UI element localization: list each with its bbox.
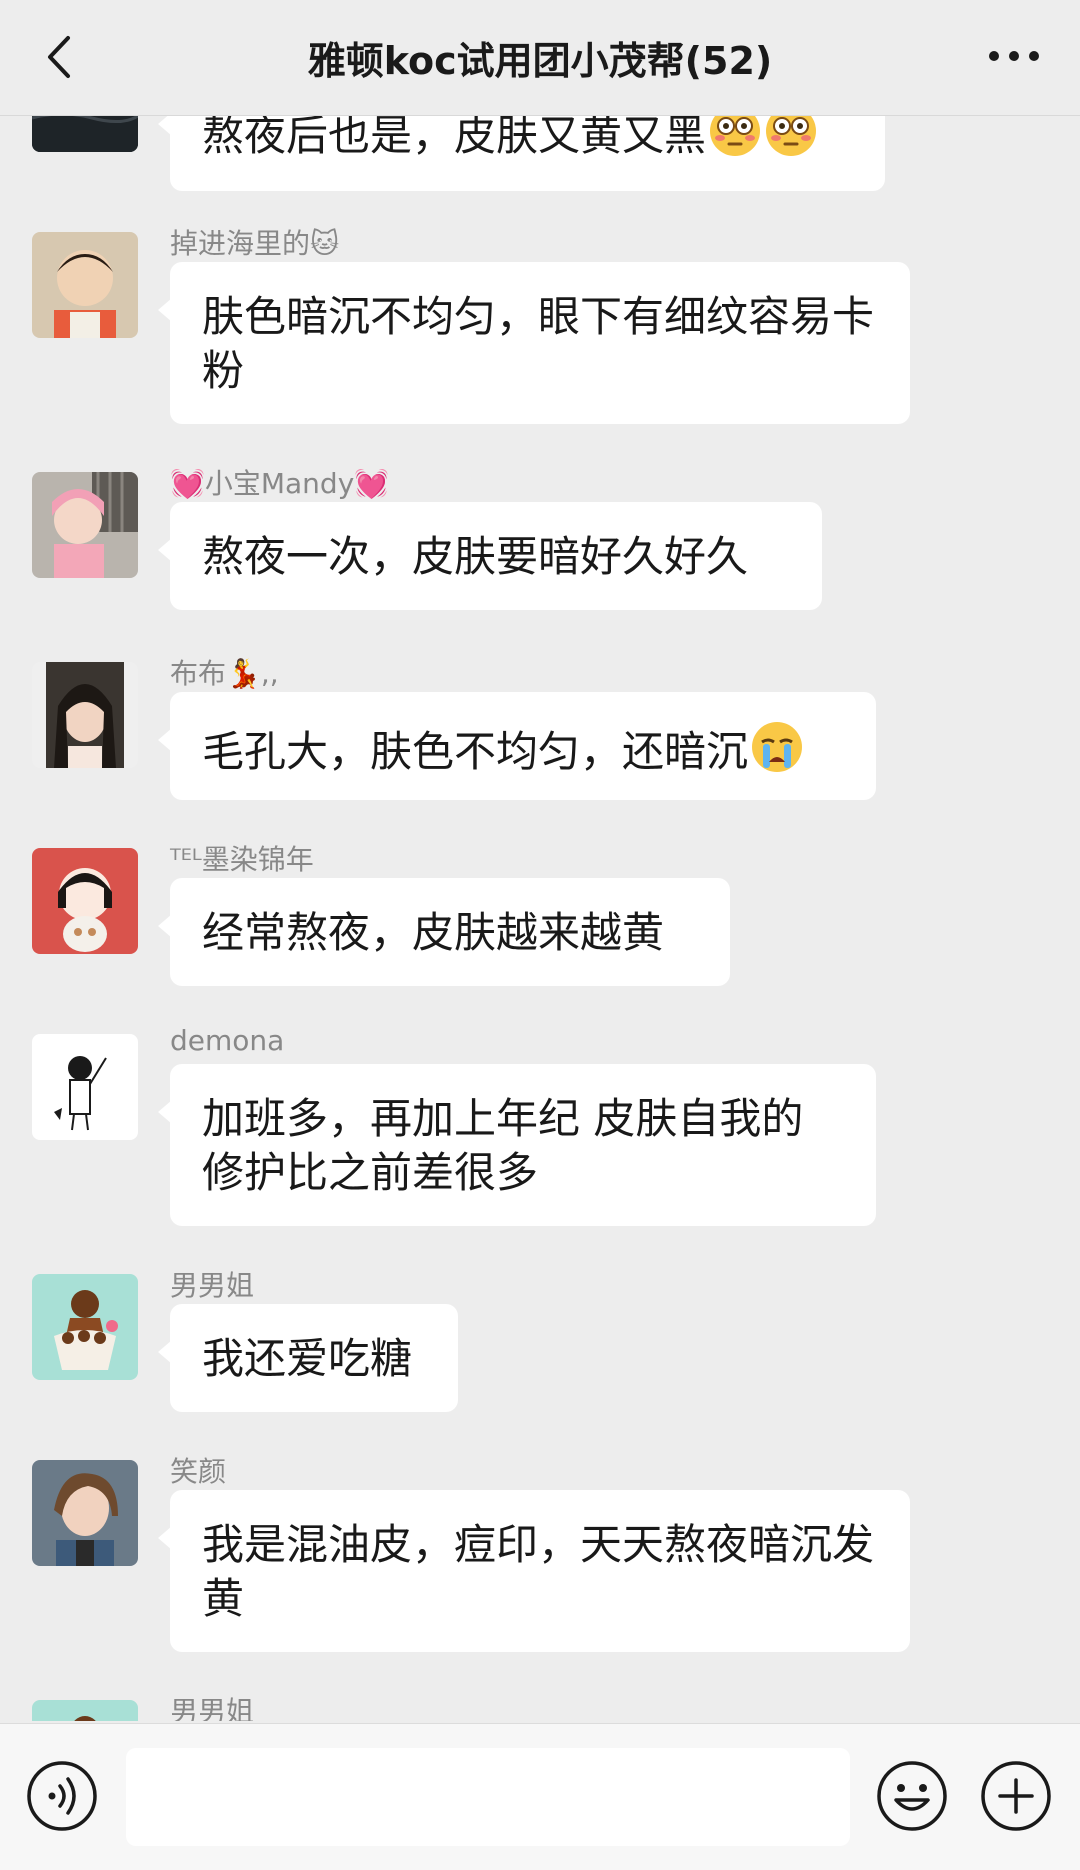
plus-circle-icon[interactable] <box>980 1760 1052 1832</box>
smiley-icon[interactable] <box>876 1760 948 1832</box>
sender-name: 男男姐 <box>170 1269 255 1302</box>
input-bar <box>0 1723 1080 1870</box>
sender-name: ᵀᴱᴸ墨染锦年 <box>170 843 314 876</box>
message-bubble[interactable]: 我还爱吃糖 <box>158 1304 458 1412</box>
avatar[interactable] <box>32 1034 138 1140</box>
avatar[interactable] <box>32 472 138 578</box>
message-bubble[interactable]: 加班多，再加上年纪 皮肤自我的修护比之前差很多 <box>158 1064 876 1226</box>
sender-name: 💓小宝Mandy💓 <box>170 467 390 500</box>
message-text: 毛孔大，肤色不均匀，还暗沉 <box>202 727 749 776</box>
message-text: 熬夜后也是，皮肤又黄又黑 <box>202 116 707 160</box>
sender-name: 笑颜 <box>170 1455 227 1488</box>
message-list[interactable]: 熬夜后也是，皮肤又黄又黑 掉进海里的🐱 肤色暗沉不均匀，眼下有细纹容易卡粉 💓小… <box>0 116 1080 1721</box>
sender-name: demona <box>170 1024 285 1057</box>
message-text: 熬夜一次，皮肤要暗好久好久 <box>202 532 749 581</box>
chat-header: 雅顿koc试用团小茂帮(52) <box>0 0 1080 116</box>
message-bubble[interactable]: 毛孔大，肤色不均匀，还暗沉 <box>158 692 876 800</box>
avatar[interactable] <box>32 232 138 338</box>
avatar[interactable] <box>32 848 138 954</box>
avatar[interactable] <box>32 1700 138 1721</box>
voice-icon[interactable] <box>26 1760 98 1832</box>
message-text: 加班多，再加上年纪 皮肤自我的修护比之前差很多 <box>202 1094 804 1197</box>
avatar[interactable] <box>32 116 138 152</box>
more-dots-icon[interactable] <box>984 36 1044 76</box>
message-text: 我还爱吃糖 <box>202 1334 413 1383</box>
avatar[interactable] <box>32 1460 138 1566</box>
crying-face-icon <box>752 722 803 772</box>
message-text: 经常熬夜，皮肤越来越黄 <box>202 908 665 957</box>
flushed-face-icon <box>710 116 761 156</box>
chat-title: 雅顿koc试用团小茂帮(52) <box>307 39 773 83</box>
message-bubble[interactable]: 经常熬夜，皮肤越来越黄 <box>158 878 730 986</box>
message-bubble[interactable]: 我是混油皮，痘印，天天熬夜暗沉发黄 <box>158 1490 910 1652</box>
avatar[interactable] <box>32 1274 138 1380</box>
chevron-left-icon[interactable] <box>36 32 86 82</box>
sender-name: 布布💃,, <box>170 657 279 690</box>
flushed-face-icon <box>766 116 817 156</box>
message-bubble[interactable]: 肤色暗沉不均匀，眼下有细纹容易卡粉 <box>158 262 910 424</box>
message-bubble[interactable]: 熬夜后也是，皮肤又黄又黑 <box>158 116 885 191</box>
avatar[interactable] <box>32 662 138 768</box>
sender-name: 男男姐 <box>170 1695 255 1721</box>
sender-name: 掉进海里的🐱 <box>170 227 340 260</box>
message-text: 肤色暗沉不均匀，眼下有细纹容易卡粉 <box>202 292 875 395</box>
message-bubble[interactable]: 熬夜一次，皮肤要暗好久好久 <box>158 502 822 610</box>
message-text: 我是混油皮，痘印，天天熬夜暗沉发黄 <box>202 1520 875 1623</box>
message-input[interactable] <box>126 1748 850 1846</box>
